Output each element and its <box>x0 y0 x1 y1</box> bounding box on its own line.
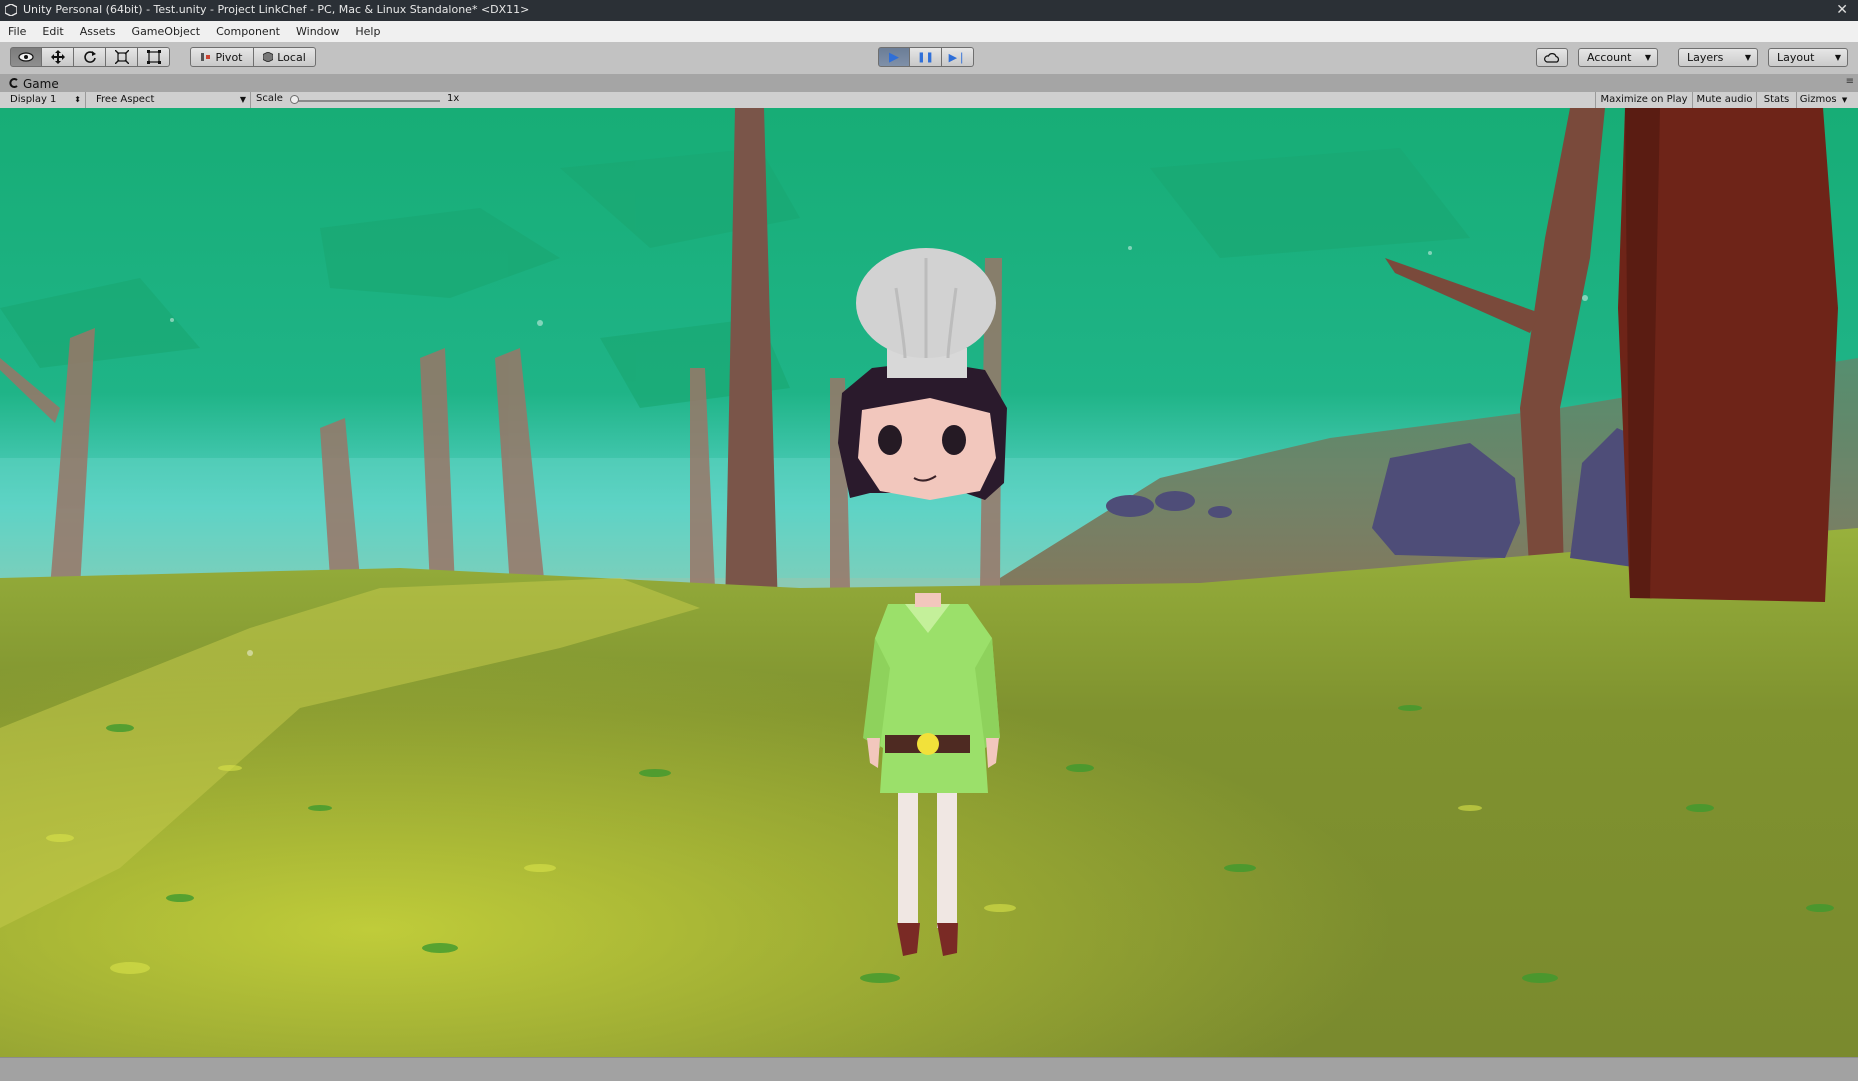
maximize-on-play-toggle[interactable]: Maximize on Play <box>1595 92 1692 108</box>
chevron-down-icon: ▼ <box>1834 53 1841 62</box>
title-bar: Unity Personal (64bit) - Test.unity - Pr… <box>0 0 1858 21</box>
game-tab-bar: Game ≡ <box>0 74 1858 92</box>
pause-icon: ❚❚ <box>917 51 934 63</box>
pivot-toggles: Pivot Local <box>190 47 316 67</box>
display-select[interactable]: Display 1 ⬍ <box>0 92 86 108</box>
move-arrows-icon <box>50 50 65 64</box>
scale-value: 1x <box>447 93 460 104</box>
rotate-icon <box>83 51 96 63</box>
local-cube-icon <box>263 52 274 62</box>
maximize-on-play-label: Maximize on Play <box>1600 94 1688 105</box>
close-window-icon[interactable]: ✕ <box>1836 2 1848 18</box>
transform-tools <box>10 47 170 67</box>
move-tool-button[interactable] <box>42 47 74 67</box>
menu-file[interactable]: File <box>0 25 34 38</box>
stats-label: Stats <box>1763 94 1790 105</box>
stats-toggle[interactable]: Stats <box>1756 92 1796 108</box>
local-button[interactable]: Local <box>254 47 316 67</box>
account-dropdown[interactable]: Account ▼ <box>1578 48 1658 67</box>
step-button[interactable]: ▶❘ <box>942 47 974 67</box>
menu-gameobject[interactable]: GameObject <box>124 25 209 38</box>
chevron-down-icon: ▼ <box>239 95 246 104</box>
layout-label: Layout <box>1777 51 1815 64</box>
chevron-down-icon: ▼ <box>1644 53 1651 62</box>
account-label: Account <box>1587 51 1632 64</box>
game-viewport[interactable] <box>0 108 1858 1057</box>
chevron-down-icon: ▼ <box>1841 96 1848 104</box>
scale-icon <box>114 50 129 64</box>
rotate-tool-button[interactable] <box>74 47 106 67</box>
game-controller-icon <box>9 78 18 88</box>
layout-dropdown[interactable]: Layout ▼ <box>1768 48 1848 67</box>
gizmos-label: Gizmos <box>1799 94 1837 105</box>
mute-audio-label: Mute audio <box>1696 94 1753 105</box>
step-icon: ▶❘ <box>948 50 967 64</box>
pivot-icon <box>201 53 211 61</box>
menu-assets[interactable]: Assets <box>72 25 124 38</box>
layers-label: Layers <box>1687 51 1724 64</box>
view-tool-button[interactable] <box>10 47 42 67</box>
rect-icon <box>146 50 161 64</box>
pause-button[interactable]: ❚❚ <box>910 47 942 67</box>
pivot-label: Pivot <box>215 50 243 64</box>
game-view-toolbar: Display 1 ⬍ Free Aspect ▼ Scale 1x Maxim… <box>0 92 1858 109</box>
main-toolbar: Pivot Local ▶ ❚❚ ▶❘ Account ▼ Layers ▼ L… <box>0 42 1858 75</box>
scale-slider-handle[interactable] <box>290 95 299 104</box>
tab-menu-icon[interactable]: ≡ <box>1846 76 1854 87</box>
eye-icon <box>18 52 34 62</box>
layers-dropdown[interactable]: Layers ▼ <box>1678 48 1758 67</box>
game-scene-render <box>0 108 1858 1057</box>
play-icon: ▶ <box>889 49 899 65</box>
rect-tool-button[interactable] <box>138 47 170 67</box>
menu-window[interactable]: Window <box>288 25 347 38</box>
unity-logo-icon <box>5 4 17 16</box>
chevron-down-icon: ▼ <box>1744 53 1751 62</box>
local-label: Local <box>277 50 306 64</box>
menu-edit[interactable]: Edit <box>34 25 71 38</box>
pivot-button[interactable]: Pivot <box>190 47 254 67</box>
select-arrows-icon: ⬍ <box>74 95 81 104</box>
aspect-label: Free Aspect <box>96 94 155 105</box>
collab-cloud-button[interactable] <box>1536 48 1568 67</box>
aspect-select[interactable]: Free Aspect ▼ <box>86 92 251 108</box>
gizmos-dropdown[interactable]: Gizmos ▼ <box>1796 92 1850 108</box>
cloud-icon <box>1544 52 1560 63</box>
menu-bar: File Edit Assets GameObject Component Wi… <box>0 21 1858 43</box>
play-button[interactable]: ▶ <box>878 47 910 67</box>
playback-controls: ▶ ❚❚ ▶❘ <box>878 47 974 67</box>
status-bar <box>0 1057 1858 1081</box>
scale-slider-track[interactable] <box>294 100 440 102</box>
tab-game[interactable]: Game <box>23 77 59 91</box>
scale-tool-button[interactable] <box>106 47 138 67</box>
display-label: Display 1 <box>10 94 57 105</box>
mute-audio-toggle[interactable]: Mute audio <box>1692 92 1756 108</box>
menu-help[interactable]: Help <box>347 25 388 38</box>
scale-label: Scale <box>256 93 283 104</box>
window-title: Unity Personal (64bit) - Test.unity - Pr… <box>23 3 530 16</box>
menu-component[interactable]: Component <box>208 25 288 38</box>
